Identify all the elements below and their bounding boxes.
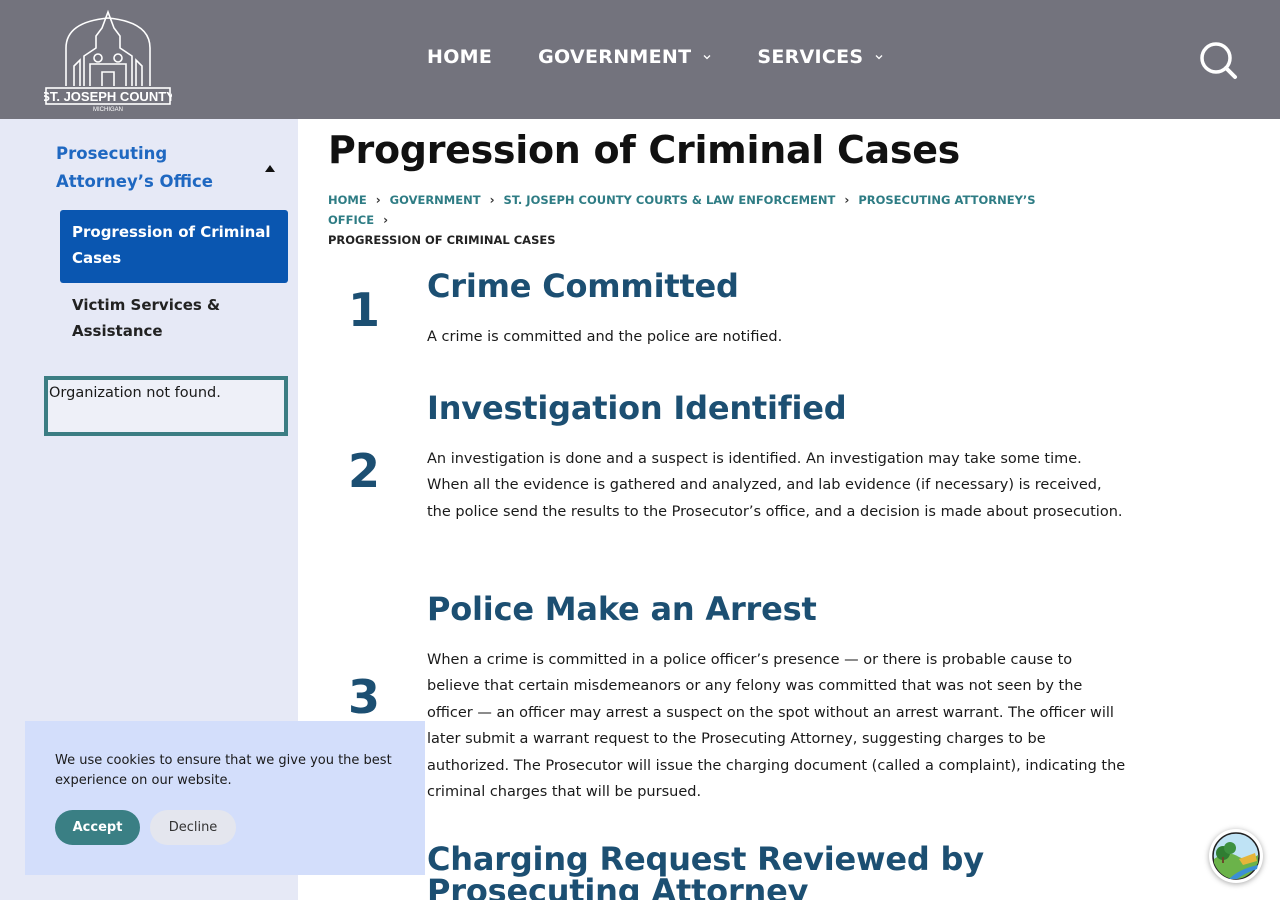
step-title: Crime Committed [427, 267, 739, 305]
step-title: Investigation Identified [427, 389, 847, 427]
nav-services[interactable]: SERVICES [757, 46, 883, 68]
org-not-found-message: Organization not found. [49, 385, 221, 401]
nav-home-label: HOME [427, 46, 493, 68]
chevron-right-icon: › [489, 193, 495, 207]
site-header: ST. JOSEPH COUNTY MICHIGAN HOME GOVERNME… [0, 0, 1280, 119]
nav-government[interactable]: GOVERNMENT [538, 46, 711, 68]
sidebar-item-prosecuting-attorney[interactable]: Prosecuting Attorney’s Office [56, 140, 256, 196]
step-title: Charging Request Reviewed by Prosecuting… [427, 840, 984, 900]
cookie-banner: We use cookies to ensure that we give yo… [25, 721, 425, 875]
cookie-message: We use cookies to ensure that we give yo… [55, 753, 392, 788]
sidebar-item-progression[interactable]: Progression of Criminal Cases [60, 210, 288, 283]
nav-home[interactable]: HOME [427, 46, 492, 68]
page-title: Progression of Criminal Cases [328, 128, 960, 172]
svg-text:ST. JOSEPH COUNTY: ST. JOSEPH COUNTY [44, 89, 172, 104]
main-nav: HOME GOVERNMENT SERVICES [427, 46, 929, 68]
chevron-down-icon [875, 55, 883, 60]
caret-up-icon[interactable] [265, 164, 275, 172]
search-icon[interactable] [1198, 40, 1238, 80]
accept-button[interactable]: Accept [55, 810, 140, 845]
chevron-down-icon [703, 55, 711, 60]
decline-button[interactable]: Decline [150, 810, 236, 845]
breadcrumb-courts[interactable]: ST. JOSEPH COUNTY COURTS & LAW ENFORCEME… [504, 193, 836, 207]
step-number: 1 [348, 283, 381, 337]
breadcrumb-current: PROGRESSION OF CRIMINAL CASES [328, 233, 556, 247]
nav-services-label: SERVICES [757, 46, 864, 68]
step-title: Police Make an Arrest [427, 590, 817, 628]
breadcrumb-home[interactable]: HOME [328, 193, 367, 207]
step-number: 3 [348, 670, 381, 724]
step-text: When a crime is committed in a police of… [427, 652, 1126, 801]
breadcrumb-government[interactable]: GOVERNMENT [390, 193, 481, 207]
step-number: 2 [348, 444, 381, 498]
breadcrumb: HOME › GOVERNMENT › ST. JOSEPH COUNTY COURTS… [328, 190, 1088, 250]
step-text: An investigation is done and a suspect i… [427, 451, 1123, 520]
step-text: A crime is committed and the police are … [427, 329, 783, 345]
chevron-right-icon: › [383, 213, 389, 227]
landscape-badge-icon[interactable] [1209, 829, 1263, 883]
county-logo[interactable]: ST. JOSEPH COUNTY MICHIGAN [44, 8, 172, 112]
chevron-right-icon: › [844, 193, 850, 207]
sidebar-item-victim-services[interactable]: Victim Services & Assistance [72, 292, 282, 344]
svg-text:MICHIGAN: MICHIGAN [93, 107, 123, 112]
chevron-right-icon: › [375, 193, 381, 207]
nav-government-label: GOVERNMENT [538, 46, 692, 68]
